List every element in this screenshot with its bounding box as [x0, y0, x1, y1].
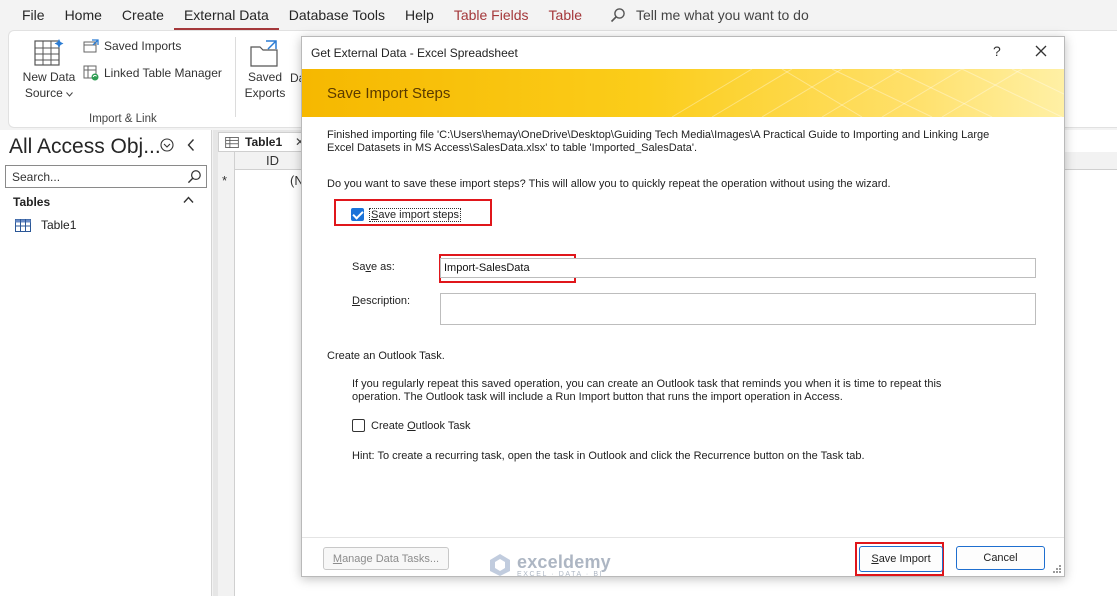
nav-item-table1[interactable]: Table1 [15, 218, 76, 232]
search-icon [610, 8, 625, 23]
tab-table1[interactable]: Table1 ✕ [218, 132, 310, 152]
saved-imports-label: Saved Imports [104, 39, 182, 53]
outlook-description-line-1: If you regularly repeat this saved opera… [352, 378, 942, 390]
banner-title: Save Import Steps [327, 85, 451, 102]
shutter-bar-close-icon[interactable] [186, 138, 196, 152]
linked-table-manager-icon [83, 65, 99, 81]
navigation-pane: All Access Obj... Search... Tables Table… [0, 130, 212, 596]
menu-table-fields[interactable]: Table Fields [444, 0, 539, 30]
nav-item-label: Table1 [41, 218, 77, 232]
create-outlook-task-checkbox[interactable] [352, 419, 365, 432]
new-data-source-label-1: New Data [22, 70, 76, 84]
nav-section-tables[interactable]: Tables [13, 195, 50, 209]
nav-search-placeholder: Search... [12, 170, 61, 184]
help-button[interactable]: ? [993, 43, 1001, 59]
watermark-tagline: EXCEL · DATA · BI [517, 570, 604, 578]
tell-me-text: Tell me what you want to do [636, 7, 809, 23]
saved-imports-button[interactable]: Saved Imports [83, 39, 181, 53]
dialog-titlebar: Get External Data - Excel Spreadsheet ? [302, 37, 1064, 69]
get-external-data-dialog: Get External Data - Excel Spreadsheet ? … [301, 36, 1065, 578]
finished-message-line-1: Finished importing file 'C:\Users\hemay\… [327, 129, 990, 141]
new-data-source-label-2: Source [25, 85, 74, 101]
outlook-description-line-2: operation. The Outlook task will include… [352, 391, 843, 403]
dialog-banner: Save Import Steps [302, 69, 1064, 117]
banner-decoration [671, 69, 1064, 117]
watermark-name: exceldemy [517, 551, 611, 572]
record-selector-column [218, 152, 235, 596]
save-steps-question: Do you want to save these import steps? … [327, 178, 891, 190]
manage-data-tasks-button[interactable]: Manage Data Tasks... [323, 547, 449, 570]
menu-create[interactable]: Create [112, 0, 174, 30]
tell-me-box[interactable]: Tell me what you want to do [610, 7, 809, 23]
nav-pane-title[interactable]: All Access Obj... [9, 135, 161, 159]
create-outlook-task-label[interactable]: Create Outlook Task [371, 420, 470, 432]
table-icon [15, 218, 31, 232]
save-as-input[interactable] [440, 258, 1036, 278]
description-label: Description: [352, 295, 411, 307]
menu-external-data[interactable]: External Data [173, 2, 279, 30]
save-import-button[interactable]: Save Import [859, 546, 943, 572]
finished-message-line-2: Excel Datasets in MS Access\SalesData.xl… [327, 142, 698, 154]
menu-home[interactable]: Home [55, 0, 112, 30]
chevron-down-icon [66, 92, 74, 97]
menu-table[interactable]: Table [539, 0, 592, 30]
save-as-label: Save as: [352, 261, 395, 273]
dialog-footer-divider [302, 537, 1064, 538]
description-input[interactable] [440, 293, 1036, 325]
saved-imports-icon [83, 39, 99, 53]
nav-menu-dropdown-icon[interactable] [160, 138, 174, 152]
ribbon-divider [235, 37, 236, 117]
column-header-id[interactable]: ID [266, 153, 279, 168]
menu-database-tools[interactable]: Database Tools [279, 0, 395, 30]
save-import-steps-label[interactable]: Save import steps [369, 208, 462, 222]
outlook-heading: Create an Outlook Task. [327, 350, 445, 362]
saved-exports-icon [250, 40, 278, 67]
new-data-source-icon [34, 39, 64, 66]
menu-file[interactable]: File [0, 0, 55, 30]
linked-table-manager-button[interactable]: Linked Table Manager [83, 65, 222, 81]
datasheet-right-strip [1065, 130, 1117, 596]
resize-grip-icon[interactable] [1052, 564, 1062, 574]
cancel-button[interactable]: Cancel [956, 546, 1045, 570]
new-record-marker: * [222, 173, 228, 188]
exceldemy-logo-icon [490, 554, 510, 576]
grid-header-right [1065, 152, 1117, 170]
linked-table-manager-label: Linked Table Manager [104, 66, 222, 80]
exceldemy-watermark: exceldemy EXCEL · DATA · BI [487, 552, 611, 578]
save-import-steps-checkbox[interactable] [351, 208, 364, 221]
nav-search-input[interactable]: Search... [5, 165, 207, 188]
search-icon [187, 170, 201, 184]
group-import-link-label: Import & Link [89, 113, 157, 125]
saved-exports-button[interactable]: Saved Exports [245, 39, 285, 101]
close-icon[interactable] [1035, 45, 1047, 57]
tab-table1-label: Table1 [245, 135, 283, 149]
dialog-title: Get External Data - Excel Spreadsheet [311, 46, 518, 60]
menu-bar: File Home Create External Data Database … [0, 0, 1117, 30]
menu-help[interactable]: Help [395, 0, 444, 30]
recurrence-hint: Hint: To create a recurring task, open t… [352, 450, 865, 462]
new-data-source-button[interactable]: New Data Source [21, 37, 77, 101]
chevron-up-icon[interactable] [183, 196, 194, 204]
table-icon [225, 136, 239, 148]
saved-exports-label-1: Saved [247, 70, 283, 84]
saved-exports-label-2: Exports [244, 86, 286, 100]
